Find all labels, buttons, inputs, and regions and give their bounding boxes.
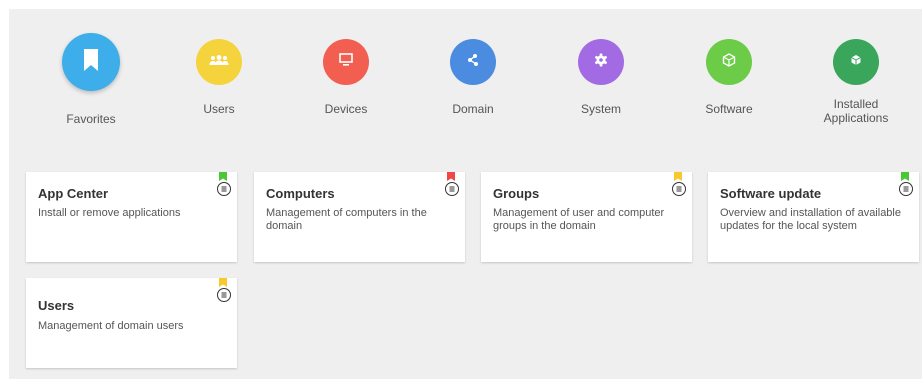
tile-software-update[interactable]: Software update Overview and installatio…: [708, 172, 919, 262]
box-icon: [722, 52, 736, 72]
favorite-flag-green-icon: [219, 172, 227, 181]
tile-title: Computers: [266, 186, 335, 201]
tile-menu-icon[interactable]: [672, 182, 686, 196]
favorite-flag-green-icon: [901, 172, 909, 181]
users-icon: [209, 53, 229, 71]
tile-groups[interactable]: Groups Management of user and computer g…: [481, 172, 692, 262]
page: Favorites Users Devices Domain System So…: [0, 0, 922, 379]
tile-description: Install or remove applications: [38, 207, 181, 219]
category-label-software: Software: [705, 102, 753, 116]
category-label-favorites: Favorites: [66, 112, 116, 126]
tile-app-center[interactable]: App Center Install or remove application…: [26, 172, 237, 262]
tile-description: Overview and installation of available u…: [720, 207, 901, 232]
category-domain[interactable]: Domain: [418, 33, 528, 116]
category-label-domain: Domain: [452, 102, 494, 116]
category-system[interactable]: System: [546, 33, 656, 116]
software-circle[interactable]: [706, 39, 752, 85]
monitor-icon: [339, 53, 353, 71]
category-favorites[interactable]: Favorites: [36, 33, 146, 126]
tile-users[interactable]: Users Management of domain users: [26, 278, 237, 368]
tile-title: Groups: [493, 186, 540, 201]
tile-description: Management of computers in the domain: [266, 207, 427, 232]
tile-description: Management of user and computer groups i…: [493, 207, 665, 232]
favorites-circle[interactable]: [62, 33, 120, 91]
tile-title: App Center: [38, 186, 109, 201]
tile-title: Users: [38, 298, 75, 313]
users-circle[interactable]: [196, 39, 242, 85]
tile-menu-icon[interactable]: [445, 182, 459, 196]
gear-icon: [594, 53, 608, 72]
favorite-flag-yellow-icon: [674, 172, 682, 181]
favorite-flag-yellow-icon: [219, 278, 227, 287]
share-icon: [466, 53, 480, 72]
category-label-devices: Devices: [324, 102, 368, 116]
tile-title: Software update: [720, 186, 822, 201]
category-label-system: System: [580, 102, 621, 116]
category-label-users: Users: [203, 102, 235, 116]
tile-computers[interactable]: Computers Management of computers in the…: [254, 172, 465, 262]
portal-content: Favorites Users Devices Domain System So…: [9, 9, 922, 379]
system-circle[interactable]: [578, 39, 624, 85]
category-devices[interactable]: Devices: [291, 33, 401, 116]
devices-circle[interactable]: [323, 39, 369, 85]
tile-menu-icon[interactable]: [899, 182, 913, 196]
category-installed-applications[interactable]: Installed Applications: [801, 33, 911, 125]
installed-circle[interactable]: [833, 39, 879, 85]
favorite-flag-red-icon: [447, 172, 455, 181]
category-label-installed-applications: Installed Applications: [823, 97, 889, 125]
category-software[interactable]: Software: [674, 33, 784, 116]
cube-icon: [850, 53, 862, 71]
category-users[interactable]: Users: [164, 33, 274, 116]
domain-circle[interactable]: [450, 39, 496, 85]
tile-menu-icon[interactable]: [217, 182, 231, 196]
tile-menu-icon[interactable]: [217, 288, 231, 302]
bookmark-icon: [84, 48, 98, 76]
tile-description: Management of domain users: [38, 320, 184, 332]
